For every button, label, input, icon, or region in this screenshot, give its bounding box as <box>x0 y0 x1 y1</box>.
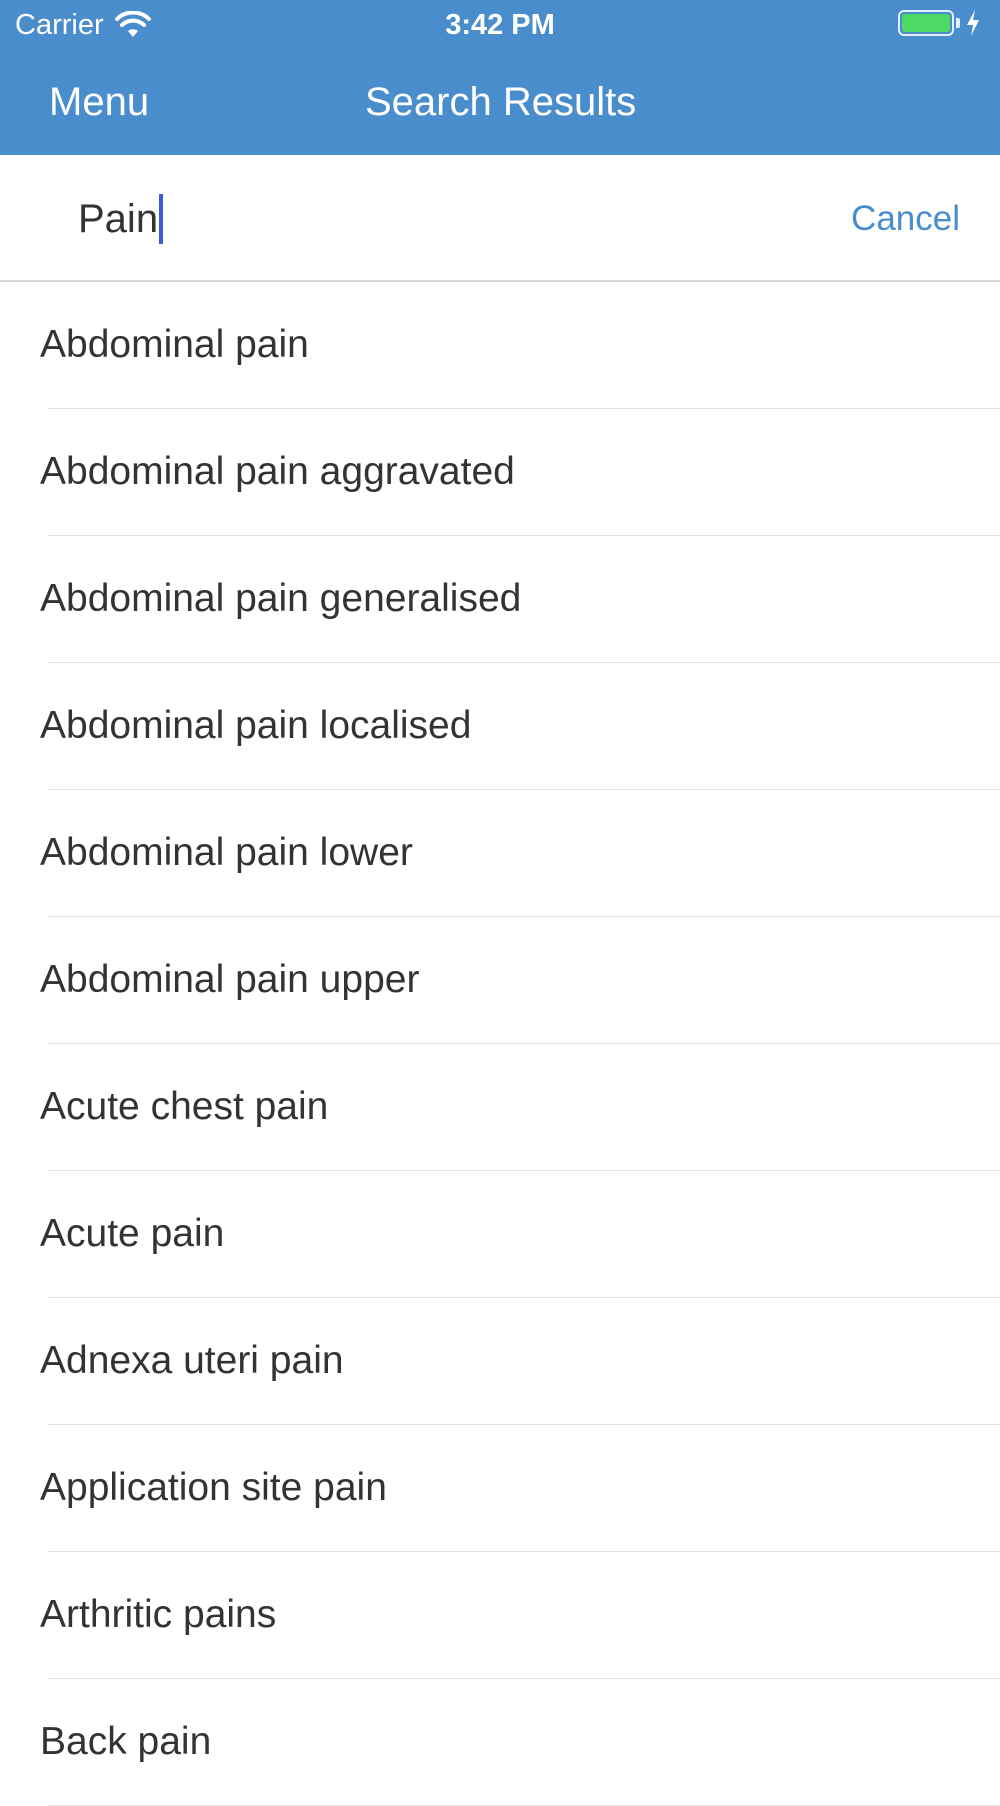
list-item[interactable]: Abdominal pain lower <box>0 790 1000 917</box>
list-item-label: Abdominal pain upper <box>40 958 420 1001</box>
list-item[interactable]: Application site pain <box>0 1425 1000 1552</box>
list-item[interactable]: Arthritic pains <box>0 1552 1000 1679</box>
cancel-button[interactable]: Cancel <box>851 197 960 241</box>
list-item[interactable]: Back pain <box>0 1679 1000 1806</box>
results-list: Abdominal pain Abdominal pain aggravated… <box>0 282 1000 1806</box>
list-item-label: Abdominal pain lower <box>40 831 413 874</box>
list-item-label: Abdominal pain localised <box>40 704 472 747</box>
battery-icon <box>898 10 954 36</box>
list-item[interactable]: Abdominal pain aggravated <box>0 409 1000 536</box>
list-item[interactable]: Abdominal pain <box>0 282 1000 409</box>
battery-level <box>902 14 950 32</box>
list-item[interactable]: Abdominal pain localised <box>0 663 1000 790</box>
menu-button[interactable]: Menu <box>49 77 149 127</box>
search-bar: Pain Cancel <box>0 155 1000 282</box>
list-item-label: Abdominal pain aggravated <box>40 450 515 493</box>
text-cursor <box>159 194 164 244</box>
battery-indicator <box>898 10 980 36</box>
list-item[interactable]: Acute chest pain <box>0 1044 1000 1171</box>
list-item-label: Back pain <box>40 1720 212 1763</box>
list-item-label: Arthritic pains <box>40 1593 277 1636</box>
list-item[interactable]: Abdominal pain upper <box>0 917 1000 1044</box>
list-item[interactable]: Acute pain <box>0 1171 1000 1298</box>
nav-header: Carrier 3:42 PM Menu Search Results <box>0 0 1000 155</box>
list-item-label: Acute chest pain <box>40 1085 329 1128</box>
charging-bolt-icon <box>966 10 980 36</box>
search-input-value: Pain <box>78 196 159 241</box>
list-item[interactable]: Adnexa uteri pain <box>0 1298 1000 1425</box>
list-item-label: Application site pain <box>40 1466 387 1509</box>
list-item-label: Abdominal pain generalised <box>40 577 522 620</box>
list-item[interactable]: Abdominal pain generalised <box>0 536 1000 663</box>
status-time: 3:42 PM <box>445 9 555 41</box>
list-item-label: Abdominal pain <box>40 323 309 366</box>
status-bar: Carrier 3:42 PM <box>0 0 1000 50</box>
page-title: Search Results <box>365 80 637 124</box>
list-item-label: Adnexa uteri pain <box>40 1339 344 1382</box>
list-item-label: Acute pain <box>40 1212 225 1255</box>
battery-tip <box>956 18 960 28</box>
search-input[interactable]: Pain <box>78 193 164 245</box>
